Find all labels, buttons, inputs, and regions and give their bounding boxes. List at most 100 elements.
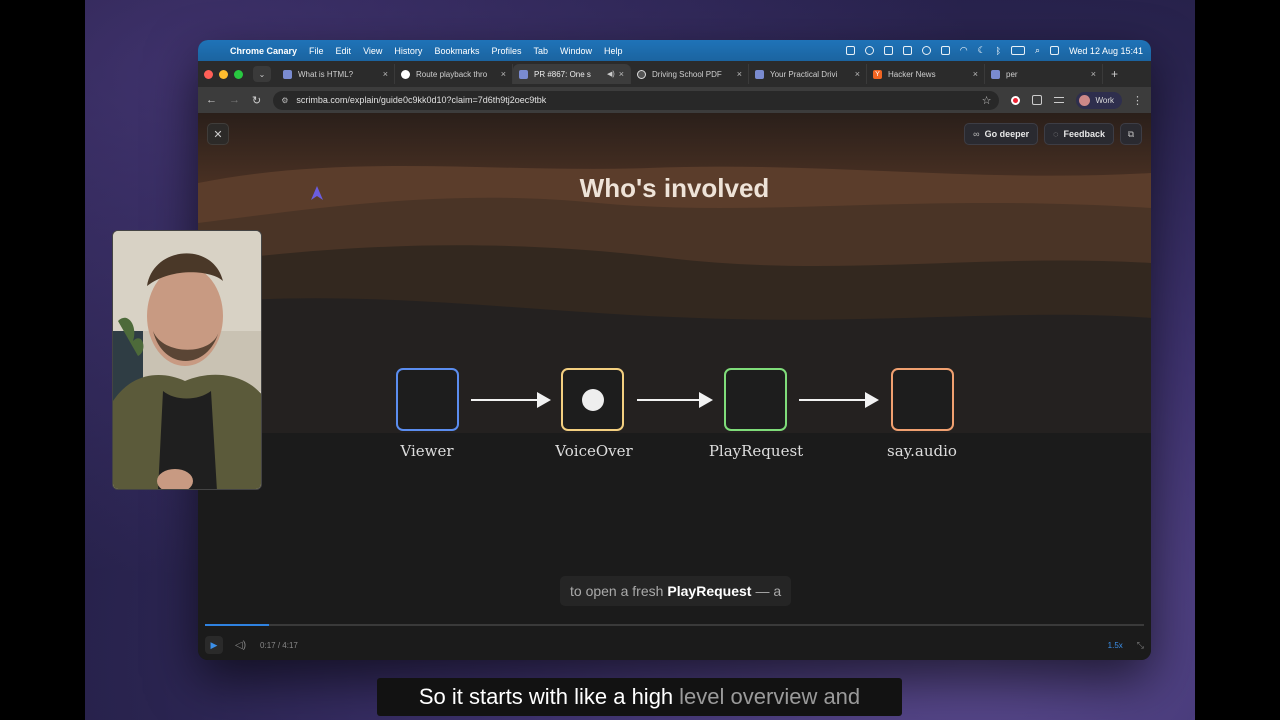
menu-help[interactable]: Help — [604, 46, 623, 56]
url-text[interactable]: scrimba.com/explain/guide0c9kk0d10?claim… — [296, 95, 546, 105]
narration-caption: to open a fresh PlayRequest — a — [560, 576, 792, 606]
tab-title: Hacker News — [888, 69, 936, 79]
reload-icon[interactable]: ↻ — [252, 94, 261, 107]
menu-profiles[interactable]: Profiles — [491, 46, 521, 56]
reading-list-icon[interactable] — [1054, 97, 1065, 103]
tab-what-is-html[interactable]: What is HTML? × — [277, 64, 395, 84]
minimize-window-button[interactable] — [219, 69, 228, 79]
tab-title: per — [1006, 69, 1018, 79]
control-center-icon[interactable] — [1050, 46, 1060, 55]
menubar: Chrome Canary File Edit View History Boo… — [198, 40, 1151, 61]
status-keyboard-icon[interactable] — [883, 46, 893, 55]
close-tab-icon[interactable]: × — [619, 69, 624, 79]
presenter-image — [113, 231, 261, 489]
go-deeper-button[interactable]: ∞ Go deeper — [964, 123, 1039, 145]
browser-toolbar: ← → ↻ ⚙ scrimba.com/explain/guide0c9kk0d… — [198, 87, 1151, 113]
scrimba-icon — [283, 69, 292, 79]
tab-hacker-news[interactable]: Y Hacker News × — [867, 64, 985, 84]
feedback-label: Feedback — [1063, 129, 1105, 139]
player-controls: ▶ ◁) 0:17 / 4:17 1.5x ⤡ — [205, 635, 1144, 655]
bluetooth-icon[interactable]: ᛒ — [996, 46, 1001, 56]
bookmark-star-icon[interactable]: ☆ — [982, 94, 992, 107]
close-tab-icon[interactable]: × — [383, 69, 388, 79]
spotlight-search-icon[interactable]: ⌕ — [1035, 45, 1040, 56]
close-tab-icon[interactable]: × — [855, 69, 860, 79]
back-icon[interactable]: ← — [206, 94, 217, 106]
caption-highlight: PlayRequest — [667, 583, 752, 599]
menu-app-name[interactable]: Chrome Canary — [230, 46, 297, 56]
extensions-puzzle-icon[interactable] — [1032, 95, 1043, 105]
menubar-status-area: ◠ ☾ ᛒ ⌕ Wed 12 Aug 15:41 — [845, 45, 1143, 56]
binoculars-icon: ∞ — [973, 129, 980, 139]
arrow-playrequest-to-sayaudio — [799, 392, 879, 408]
playback-speed-button[interactable]: 1.5x — [1108, 641, 1123, 650]
window-controls — [204, 69, 243, 79]
forward-icon[interactable]: → — [229, 94, 240, 106]
fullscreen-icon[interactable]: ⤡ — [1137, 640, 1144, 651]
tab-route-playback[interactable]: Route playback thro × — [395, 64, 513, 84]
menu-file[interactable]: File — [309, 46, 324, 56]
more-menu-icon[interactable]: ⋮ — [1132, 94, 1143, 107]
menu-history[interactable]: History — [394, 46, 422, 56]
site-info-icon[interactable]: ⚙ — [281, 96, 288, 105]
page-content: ✕ ∞ Go deeper ◌ Feedback ⧉ Who's involve… — [198, 113, 1151, 660]
popout-button[interactable]: ⧉ — [1120, 123, 1142, 145]
close-tab-icon[interactable]: × — [501, 69, 506, 79]
caption-before: to open a fresh — [570, 583, 664, 599]
subtitle-main: So it starts with like a high — [418, 684, 674, 709]
tab-search-button[interactable]: ⌄ — [253, 66, 271, 82]
close-window-button[interactable] — [204, 69, 213, 79]
node-voiceover — [561, 368, 624, 431]
status-notes-icon[interactable] — [902, 46, 912, 55]
address-bar[interactable]: ⚙ scrimba.com/explain/guide0c9kk0d10?cla… — [273, 90, 1000, 110]
caption-after: — a — [755, 583, 782, 599]
arrow-voiceover-to-playrequest — [637, 392, 713, 408]
video-subtitle: So it starts with like a high level over… — [377, 678, 902, 716]
tab-per[interactable]: per × — [985, 64, 1103, 84]
close-tab-icon[interactable]: × — [973, 69, 978, 79]
status-share-icon[interactable] — [940, 46, 950, 55]
tab-driving-school-pdf[interactable]: Driving School PDF × — [631, 64, 749, 84]
tab-title: Route playback thro — [416, 69, 488, 79]
subtitle-faded: level overview and — [679, 684, 861, 709]
browser-window: Chrome Canary File Edit View History Boo… — [198, 40, 1151, 660]
profile-button[interactable]: Work — [1076, 91, 1122, 109]
status-app-icon[interactable] — [845, 46, 855, 55]
close-tab-icon[interactable]: × — [737, 69, 742, 79]
node-label-viewer: Viewer — [400, 442, 454, 460]
wifi-icon[interactable]: ◠ — [960, 45, 968, 56]
status-sync-icon[interactable] — [864, 46, 874, 55]
background-hills — [198, 113, 1151, 433]
tab-title: Your Practical Drivi — [770, 69, 838, 79]
feedback-button[interactable]: ◌ Feedback — [1044, 123, 1114, 145]
new-tab-button[interactable]: + — [1111, 67, 1118, 81]
speaker-icon[interactable]: ◀) — [607, 70, 615, 78]
close-guide-button[interactable]: ✕ — [207, 123, 229, 145]
play-button[interactable]: ▶ — [205, 636, 223, 654]
play-icon: ▶ — [210, 639, 218, 650]
volume-icon[interactable]: ◁) — [235, 640, 246, 651]
tab-practical-driving[interactable]: Your Practical Drivi × — [749, 64, 867, 84]
menu-bookmarks[interactable]: Bookmarks — [434, 46, 479, 56]
battery-icon[interactable] — [1011, 46, 1026, 55]
menu-window[interactable]: Window — [560, 46, 592, 56]
openai-icon — [637, 69, 646, 79]
extension-record-icon[interactable] — [1011, 95, 1021, 105]
tab-title: What is HTML? — [298, 69, 354, 79]
tab-pr-867[interactable]: PR #867: One s ◀) × — [513, 64, 631, 84]
progress-bar[interactable] — [205, 624, 1144, 626]
node-viewer — [396, 368, 459, 431]
chat-bubble-icon: ◌ — [1053, 129, 1059, 139]
status-play-icon[interactable] — [921, 46, 931, 55]
node-label-sayaudio: say.audio — [887, 442, 957, 460]
maximize-window-button[interactable] — [234, 69, 243, 79]
top-actions: ∞ Go deeper ◌ Feedback ⧉ — [964, 123, 1142, 145]
close-tab-icon[interactable]: × — [1091, 69, 1096, 79]
menu-edit[interactable]: Edit — [336, 46, 352, 56]
menubar-clock[interactable]: Wed 12 Aug 15:41 — [1069, 46, 1143, 56]
moon-icon[interactable]: ☾ — [978, 45, 986, 56]
time-display: 0:17 / 4:17 — [260, 640, 298, 650]
menu-tab[interactable]: Tab — [533, 46, 548, 56]
node-label-playrequest: PlayRequest — [708, 442, 804, 460]
menu-view[interactable]: View — [363, 46, 382, 56]
